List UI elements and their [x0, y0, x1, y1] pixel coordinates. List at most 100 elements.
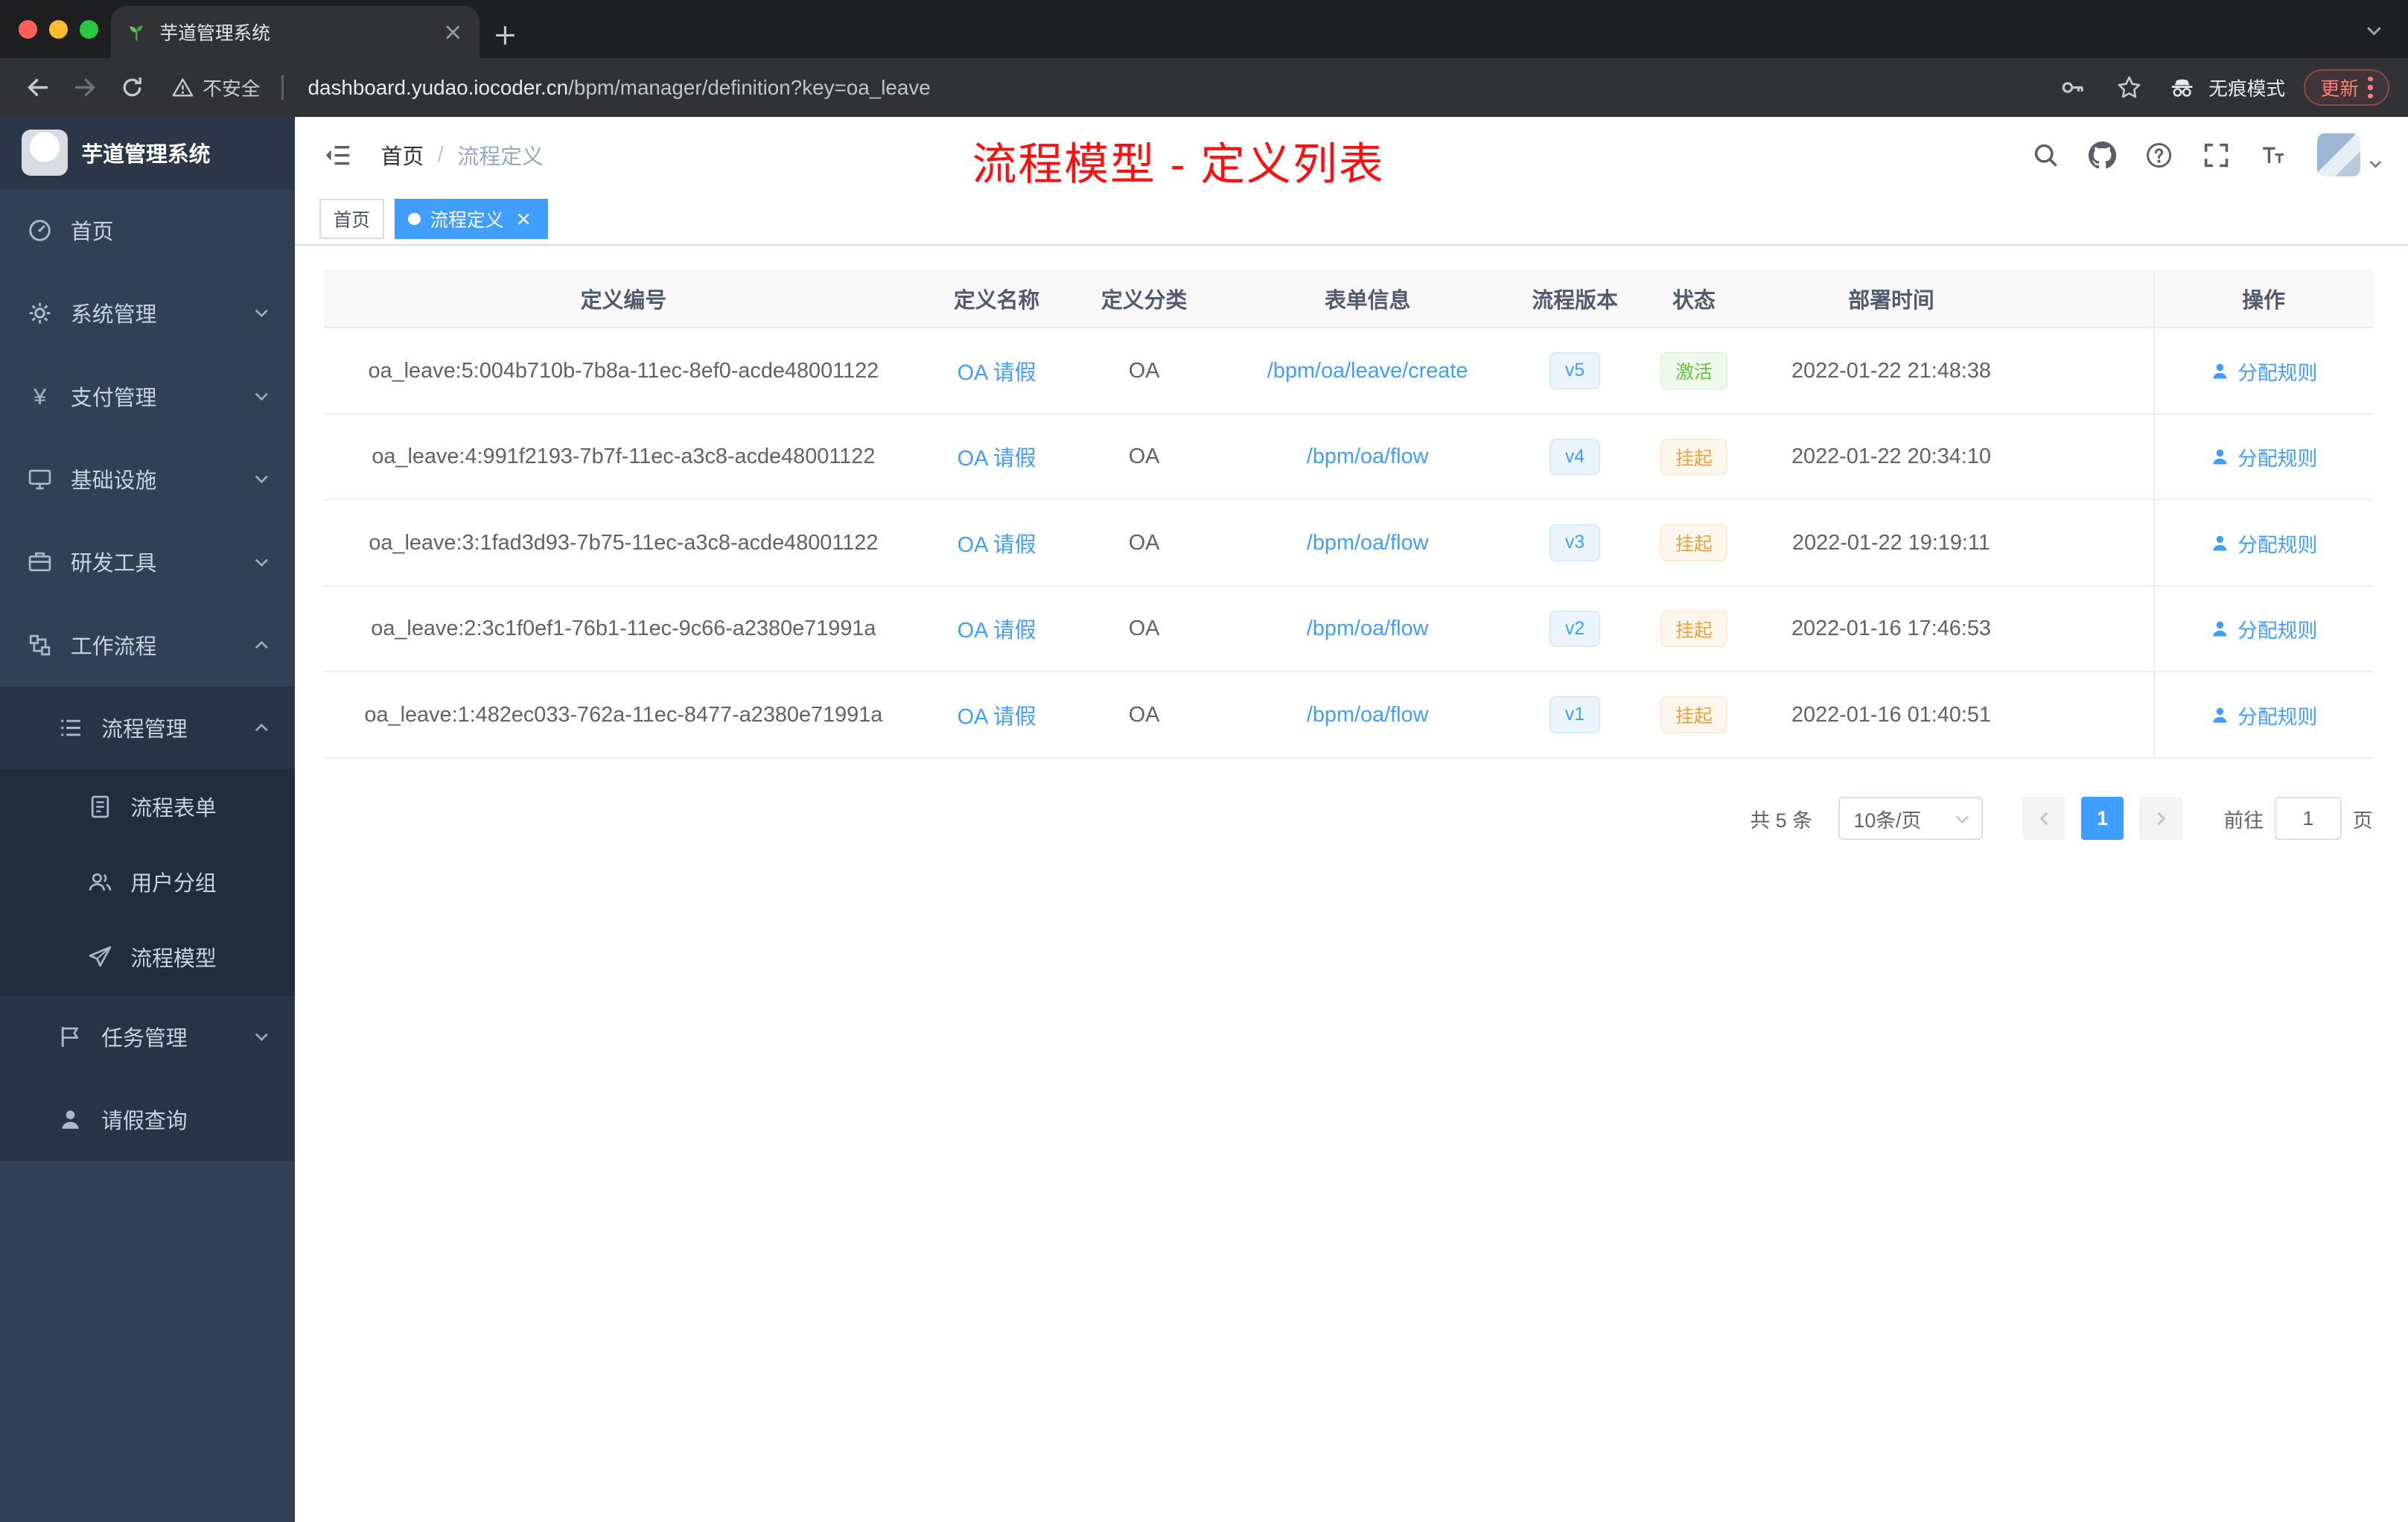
main-area: 流程模型 - 定义列表 首页 / 流程定义 首页 流程定义 定义编号 定义名称 … — [295, 116, 2408, 1522]
hamburger-icon[interactable] — [319, 137, 357, 174]
cell-category: OA — [1070, 500, 1218, 587]
sidebar-item-system[interactable]: 系统管理 — [0, 272, 295, 354]
pagination: 共 5 条 10条/页 1 前往 页 — [324, 797, 2373, 841]
prev-page-button[interactable] — [2022, 797, 2066, 841]
sidebar-item-process-management[interactable]: 流程管理 — [0, 686, 295, 770]
page-number-button[interactable]: 1 — [2080, 797, 2124, 841]
version-badge: v2 — [1549, 610, 1600, 648]
browser-titlebar: 芋道管理系统 — [0, 0, 2408, 59]
col-header-action: 操作 — [2153, 270, 2373, 329]
sidebar-item-leave-query[interactable]: 请假查询 — [0, 1077, 295, 1162]
form-link[interactable]: /bpm/oa/flow — [1307, 445, 1429, 469]
sidebar-item-process-form[interactable]: 流程表单 — [0, 769, 295, 845]
content-area: 定义编号 定义名称 定义分类 表单信息 流程版本 状态 部署时间 操作 oa_l… — [295, 246, 2408, 1522]
new-tab-button[interactable] — [494, 25, 516, 46]
sidebar-item-user-group[interactable]: 用户分组 — [0, 844, 295, 920]
cell-category: OA — [1070, 328, 1218, 415]
browser-menu-kebab-icon[interactable] — [2368, 77, 2373, 98]
password-key-icon[interactable] — [2054, 69, 2092, 107]
tag-process-definition[interactable]: 流程定义 — [394, 199, 549, 239]
table-row: oa_leave:1:482ec033-762a-11ec-8477-a2380… — [324, 672, 2373, 759]
cell-filler — [2027, 415, 2153, 501]
page-size-select[interactable]: 10条/页 — [1838, 797, 1983, 841]
tab-close-icon[interactable] — [442, 22, 464, 43]
sidebar-item-label: 流程模型 — [130, 947, 217, 972]
assign-rule-link[interactable]: 分配规则 — [2210, 529, 2317, 558]
browser-tab[interactable]: 芋道管理系统 — [110, 6, 480, 59]
definition-name-link[interactable]: OA 请假 — [958, 442, 1036, 472]
definition-name-link[interactable]: OA 请假 — [958, 356, 1036, 386]
logo-title: 芋道管理系统 — [81, 142, 211, 167]
url-separator — [281, 75, 284, 101]
version-badge: v4 — [1549, 438, 1600, 476]
tag-close-icon[interactable] — [513, 208, 535, 230]
form-link[interactable]: /bpm/oa/flow — [1307, 617, 1429, 641]
sidebar-item-payment[interactable]: ¥ 支付管理 — [0, 354, 295, 437]
cell-definition-id: oa_leave:2:3c1f0ef1-76b1-11ec-9c66-a2380… — [324, 587, 923, 673]
breadcrumb-home[interactable]: 首页 — [381, 140, 424, 171]
maximize-window-button[interactable] — [80, 19, 98, 39]
form-link[interactable]: /bpm/oa/flow — [1307, 531, 1429, 555]
fullscreen-icon[interactable] — [2194, 133, 2237, 176]
cell-deploy-time: 2022-01-16 17:46:53 — [1755, 587, 2028, 673]
definition-name-link[interactable]: OA 请假 — [958, 614, 1036, 644]
col-header-id: 定义编号 — [324, 270, 923, 329]
minimize-window-button[interactable] — [49, 19, 68, 39]
cell-deploy-time: 2022-01-16 01:40:51 — [1755, 672, 2028, 759]
chevron-down-icon — [253, 1028, 270, 1045]
sidebar-item-label: 用户分组 — [130, 872, 217, 897]
avatar — [2317, 133, 2361, 177]
security-indicator[interactable]: 不安全 — [172, 74, 261, 101]
search-icon[interactable] — [2024, 133, 2067, 176]
chevron-down-icon — [253, 305, 270, 322]
close-window-button[interactable] — [18, 19, 37, 39]
briefcase-icon — [28, 553, 51, 572]
next-page-button[interactable] — [2139, 797, 2182, 841]
sidebar-item-process-model[interactable]: 流程模型 — [0, 920, 295, 996]
assign-rule-link[interactable]: 分配规则 — [2210, 614, 2317, 643]
gear-icon — [29, 302, 51, 324]
sidebar-logo[interactable]: 芋道管理系统 — [0, 116, 295, 189]
cell-definition-id: oa_leave:5:004b710b-7b8a-11ec-8ef0-acde4… — [324, 328, 923, 415]
sidebar-item-home[interactable]: 首页 — [0, 189, 295, 272]
bookmark-star-icon[interactable] — [2110, 69, 2149, 107]
address-bar[interactable]: dashboard.yudao.iocoder.cn/bpm/manager/d… — [308, 76, 2045, 100]
font-size-icon[interactable] — [2252, 133, 2295, 176]
assign-rule-link[interactable]: 分配规则 — [2210, 442, 2317, 471]
definition-name-link[interactable]: OA 请假 — [958, 528, 1036, 558]
sidebar-item-task-management[interactable]: 任务管理 — [0, 995, 295, 1078]
col-header-status: 状态 — [1632, 270, 1756, 329]
forward-icon[interactable] — [66, 69, 105, 107]
help-question-icon[interactable] — [2138, 133, 2181, 176]
col-header-name: 定义名称 — [923, 270, 1071, 329]
cell-category: OA — [1070, 672, 1218, 759]
tab-favicon-seedling-icon — [130, 25, 143, 41]
chevron-down-icon — [253, 471, 270, 488]
back-icon[interactable] — [19, 69, 57, 107]
sidebar-item-dev-tools[interactable]: 研发工具 — [0, 520, 295, 603]
col-header-form: 表单信息 — [1217, 270, 1517, 329]
warning-triangle-icon — [172, 78, 194, 97]
user-avatar-menu[interactable] — [2317, 133, 2383, 177]
reload-icon[interactable] — [114, 69, 151, 106]
active-dot — [408, 212, 421, 226]
top-navbar: 首页 / 流程定义 — [295, 116, 2408, 194]
status-badge: 挂起 — [1660, 610, 1728, 648]
sidebar-item-label: 工作流程 — [70, 634, 157, 659]
github-icon[interactable] — [2081, 133, 2124, 176]
definition-name-link[interactable]: OA 请假 — [958, 700, 1036, 730]
chevron-down-icon — [253, 388, 270, 405]
form-link[interactable]: /bpm/oa/leave/create — [1267, 359, 1468, 383]
sidebar-item-workflow[interactable]: 工作流程 — [0, 604, 295, 687]
form-link[interactable]: /bpm/oa/flow — [1307, 703, 1429, 727]
goto-page-input[interactable] — [2274, 797, 2342, 841]
pagination-jumper: 前往 页 — [2224, 797, 2373, 841]
tag-home[interactable]: 首页 — [319, 199, 384, 239]
tab-search-chevron-icon[interactable] — [2365, 22, 2383, 40]
browser-update-button[interactable]: 更新 — [2303, 69, 2390, 106]
sidebar-item-infrastructure[interactable]: 基础设施 — [0, 438, 295, 520]
assign-rule-link[interactable]: 分配规则 — [2210, 357, 2317, 386]
incognito-icon — [2171, 79, 2194, 97]
yen-icon: ¥ — [34, 383, 47, 410]
assign-rule-link[interactable]: 分配规则 — [2210, 701, 2317, 730]
